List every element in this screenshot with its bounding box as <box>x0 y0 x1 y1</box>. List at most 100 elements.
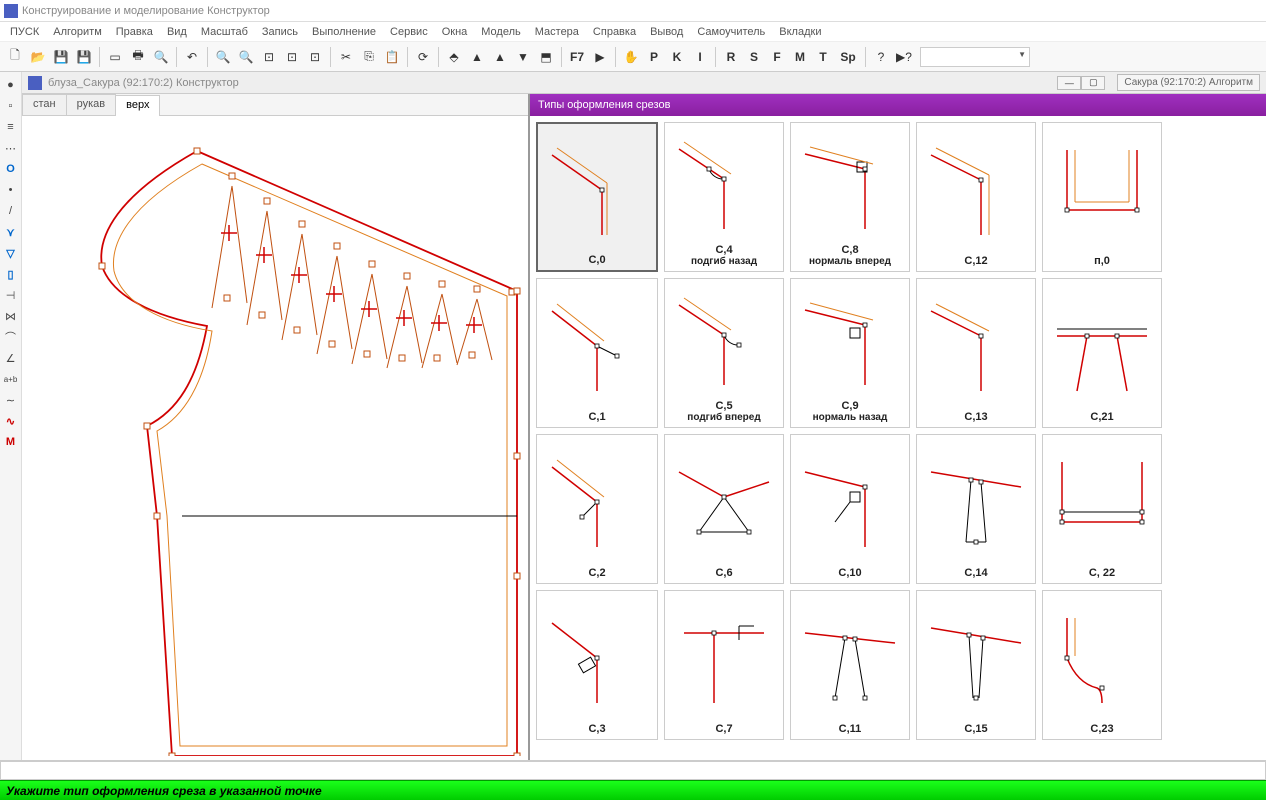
ab-icon[interactable]: a+b <box>2 370 20 388</box>
cut-icon[interactable]: ✂ <box>335 46 357 68</box>
o-icon[interactable]: O <box>2 160 20 178</box>
menu-edit[interactable]: Правка <box>110 24 159 40</box>
type-cell-c4[interactable]: С,4подгиб назад <box>664 122 784 272</box>
type-cell-c15[interactable]: С,15 <box>916 590 1036 740</box>
dotted-icon[interactable]: ⋯ <box>2 139 20 157</box>
open-icon[interactable]: 📂 <box>27 46 49 68</box>
zoomout-icon[interactable]: 🔍 <box>235 46 257 68</box>
f7-button[interactable]: F7 <box>566 46 588 68</box>
menu-pusk[interactable]: ПУСК <box>4 24 45 40</box>
marker1-icon[interactable]: ⬘ <box>443 46 465 68</box>
extra-doc-tab[interactable]: Сакура (92:170:2) Алгоритм <box>1117 74 1260 91</box>
new-icon[interactable]: 🗋 <box>4 46 26 68</box>
type-cell-p0[interactable]: п,0 <box>1042 122 1162 272</box>
preview-icon[interactable]: 🔍 <box>150 46 172 68</box>
t-button[interactable]: T <box>812 46 834 68</box>
type-cell-c7[interactable]: С,7 <box>664 590 784 740</box>
menu-record[interactable]: Запись <box>256 24 304 40</box>
hand-icon[interactable]: ✋ <box>620 46 642 68</box>
arc-icon[interactable]: ⌒ <box>2 328 20 346</box>
m-button[interactable]: M <box>789 46 811 68</box>
marker2-icon[interactable]: ▲ <box>466 46 488 68</box>
undo-icon[interactable]: ↶ <box>181 46 203 68</box>
zoomsel-icon[interactable]: ⊡ <box>304 46 326 68</box>
angle2-icon[interactable]: ∠ <box>2 349 20 367</box>
lines-icon[interactable]: ≡ <box>2 118 20 136</box>
maximize-button[interactable]: ▢ <box>1081 76 1105 90</box>
r-button[interactable]: R <box>720 46 742 68</box>
copy-icon[interactable]: ⎘ <box>358 46 380 68</box>
tab-verh[interactable]: верх <box>115 95 160 116</box>
marker3-icon[interactable]: ▲ <box>489 46 511 68</box>
dot-icon[interactable]: ● <box>2 76 20 94</box>
menu-masters[interactable]: Мастера <box>529 24 585 40</box>
zoomfit-icon[interactable]: ⊡ <box>281 46 303 68</box>
p-button[interactable]: P <box>643 46 665 68</box>
type-cell-c14[interactable]: С,14 <box>916 434 1036 584</box>
refresh-icon[interactable]: ⟳ <box>412 46 434 68</box>
sp-button[interactable]: Sp <box>835 46 861 68</box>
type-cell-c3[interactable]: С,3 <box>536 590 658 740</box>
menu-view[interactable]: Вид <box>161 24 193 40</box>
whatsthis-icon[interactable]: ▶? <box>893 46 915 68</box>
marker5-icon[interactable]: ⬒ <box>535 46 557 68</box>
type-cell-c21[interactable]: С,21 <box>1042 278 1162 428</box>
menu-windows[interactable]: Окна <box>436 24 474 40</box>
type-cell-c6[interactable]: С,6 <box>664 434 784 584</box>
type-cell-c2[interactable]: С,2 <box>536 434 658 584</box>
rect-icon[interactable]: ▯ <box>2 265 20 283</box>
menu-help[interactable]: Справка <box>587 24 642 40</box>
toolbar-dropdown[interactable] <box>920 47 1030 67</box>
tab-rukav[interactable]: рукав <box>66 94 117 115</box>
type-cell-c23[interactable]: С,23 <box>1042 590 1162 740</box>
tab-stan[interactable]: стан <box>22 94 67 115</box>
zigzag-icon[interactable]: ⋈ <box>2 307 20 325</box>
minimize-button[interactable]: — <box>1057 76 1081 90</box>
type-cell-c10[interactable]: С,10 <box>790 434 910 584</box>
type-cell-c22[interactable]: С, 22 <box>1042 434 1162 584</box>
menu-algorithm[interactable]: Алгоритм <box>47 24 108 40</box>
print-icon[interactable]: 🖶 <box>127 46 149 68</box>
type-cell-c12[interactable]: С,12 <box>916 122 1036 272</box>
zoomin-icon[interactable]: 🔍 <box>212 46 234 68</box>
dot2-icon[interactable]: • <box>2 181 20 199</box>
paste-icon[interactable]: 📋 <box>381 46 403 68</box>
slash-icon[interactable]: / <box>2 202 20 220</box>
type-cell-c9[interactable]: С,9нормаль назад <box>790 278 910 428</box>
menu-model[interactable]: Модель <box>475 24 526 40</box>
angle-icon[interactable]: ⋎ <box>2 223 20 241</box>
square-icon[interactable]: ▫ <box>2 97 20 115</box>
thumb-c22 <box>1047 439 1157 565</box>
type-cell-c1[interactable]: С,1 <box>536 278 658 428</box>
menu-scale[interactable]: Масштаб <box>195 24 254 40</box>
type-cell-c11[interactable]: С,11 <box>790 590 910 740</box>
save-icon[interactable]: 💾 <box>50 46 72 68</box>
marker4-icon[interactable]: ▼ <box>512 46 534 68</box>
bracket-icon[interactable]: ⊣ <box>2 286 20 304</box>
wave-icon[interactable]: ∼ <box>2 391 20 409</box>
s-button[interactable]: S <box>743 46 765 68</box>
menu-execute[interactable]: Выполнение <box>306 24 382 40</box>
menu-output[interactable]: Вывод <box>644 24 689 40</box>
saveall-icon[interactable]: 💾 <box>73 46 95 68</box>
f-button[interactable]: F <box>766 46 788 68</box>
help-icon[interactable]: ? <box>870 46 892 68</box>
type-cell-c0[interactable]: С,0 <box>536 122 658 272</box>
i-button[interactable]: I <box>689 46 711 68</box>
type-cell-c13[interactable]: С,13 <box>916 278 1036 428</box>
bucket-icon[interactable]: ▽ <box>2 244 20 262</box>
command-input[interactable] <box>0 761 1266 780</box>
pattern-canvas[interactable] <box>22 116 528 760</box>
m-icon[interactable]: M <box>2 433 20 451</box>
menu-tabs[interactable]: Вкладки <box>773 24 827 40</box>
k-button[interactable]: K <box>666 46 688 68</box>
type-cell-c8[interactable]: С,8нормаль вперед <box>790 122 910 272</box>
run-icon[interactable]: ▶ <box>589 46 611 68</box>
type-cell-c5[interactable]: С,5подгиб вперед <box>664 278 784 428</box>
folder-icon[interactable]: ▭ <box>104 46 126 68</box>
menu-tutorial[interactable]: Самоучитель <box>691 24 771 40</box>
caption-c3: С,3 <box>588 723 605 735</box>
menu-service[interactable]: Сервис <box>384 24 434 40</box>
redwave-icon[interactable]: ∿ <box>2 412 20 430</box>
zoomwin-icon[interactable]: ⊡ <box>258 46 280 68</box>
